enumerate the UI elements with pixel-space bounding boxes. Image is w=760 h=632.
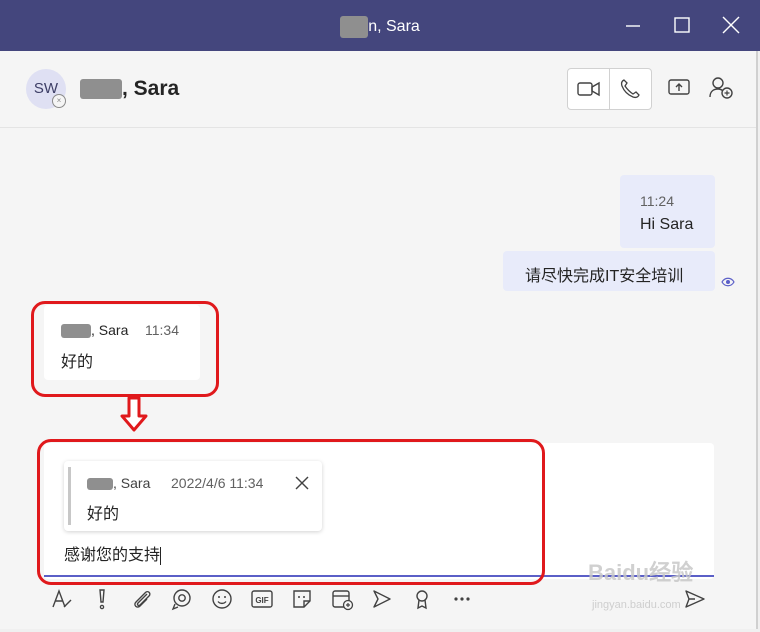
svg-text:GIF: GIF (255, 596, 268, 605)
maximize-button[interactable] (667, 10, 697, 40)
audio-call-button[interactable] (618, 77, 642, 106)
sticker-icon (293, 590, 311, 608)
chat-header: SW × , Sara (0, 51, 756, 128)
chat-title: , Sara (80, 77, 179, 101)
send-icon (685, 590, 705, 608)
format-button[interactable] (50, 587, 74, 611)
important-icon (99, 589, 105, 610)
share-screen-icon (668, 79, 690, 95)
attach-button[interactable] (130, 587, 154, 611)
chat-window: SW × , Sara 11:24 Hi Sara 请尽快完成IT安全培训 , … (0, 51, 758, 629)
minimize-button[interactable] (618, 10, 648, 40)
gif-icon: GIF (251, 590, 273, 608)
chat-title-text: , Sara (122, 77, 180, 100)
important-button[interactable] (90, 587, 114, 611)
annotation-highlight-box (31, 301, 219, 397)
seen-eye-icon (721, 277, 735, 287)
call-divider (609, 69, 610, 109)
watermark-url: jingyan.baidu.com (592, 599, 681, 611)
format-icon (52, 589, 72, 608)
add-people-button[interactable] (708, 75, 736, 106)
presence-offline-icon: × (52, 94, 66, 108)
praise-button[interactable] (410, 587, 434, 611)
video-camera-icon (577, 81, 600, 97)
share-screen-button[interactable] (667, 77, 693, 104)
loop-icon (171, 589, 191, 611)
redacted-name-blur (340, 16, 369, 38)
message-text: 请尽快完成IT安全培训 (525, 268, 684, 285)
message-text: Hi Sara (640, 216, 694, 233)
window-titlebar: n, Sara (0, 0, 760, 51)
minimize-icon (626, 25, 640, 27)
annotation-highlight-box (37, 439, 545, 585)
stream-icon (373, 590, 391, 608)
loop-button[interactable] (170, 587, 194, 611)
gif-button[interactable]: GIF (250, 587, 274, 611)
read-receipt-icon (721, 274, 735, 292)
watermark: Baidu经验 (588, 560, 694, 585)
sent-message-1[interactable]: 11:24 Hi Sara (620, 175, 715, 248)
emoji-button[interactable] (210, 587, 234, 611)
schedule-meeting-icon (332, 590, 354, 611)
praise-icon (416, 590, 428, 610)
phone-icon (620, 79, 640, 99)
redacted-name-blur (80, 79, 122, 100)
attach-icon (134, 590, 151, 608)
close-window-button[interactable] (716, 10, 746, 40)
annotation-arrow-icon (120, 396, 148, 432)
sent-message-2[interactable]: 请尽快完成IT安全培训 (503, 251, 715, 291)
more-icon (454, 597, 470, 601)
add-people-icon (709, 77, 733, 99)
more-options-button[interactable] (450, 587, 474, 611)
message-time: 11:24 (640, 193, 674, 209)
sticker-button[interactable] (290, 587, 314, 611)
maximize-icon (674, 17, 690, 33)
schedule-meeting-button[interactable] (330, 587, 354, 611)
close-icon (722, 16, 740, 34)
call-button-group (567, 68, 652, 110)
send-button[interactable] (683, 587, 707, 611)
video-call-button[interactable] (576, 77, 602, 106)
emoji-icon (212, 589, 232, 609)
stream-button[interactable] (370, 587, 394, 611)
window-title-text: n, Sara (368, 18, 420, 36)
